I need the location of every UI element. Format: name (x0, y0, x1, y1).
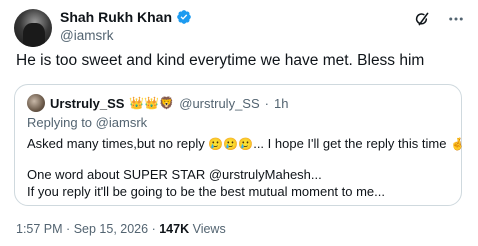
quoted-line-1: Asked many times,but no reply 🥲🥲🥲... I h… (27, 135, 465, 153)
quoted-header: Urstruly_SS 👑👑🦁 @urstruly_SS · 1h (27, 94, 288, 112)
quoted-age: 1h (273, 95, 289, 111)
author-avatar[interactable] (14, 9, 52, 47)
quoted-body: Asked many times,but no reply 🥲🥲🥲... I h… (27, 135, 465, 200)
tweet-top-actions (412, 9, 466, 29)
quoted-separator: · (264, 95, 269, 111)
quoted-avatar[interactable] (27, 94, 45, 112)
tweet-date[interactable]: Sep 15, 2026 (74, 222, 148, 236)
tweet-text: He is too sweet and kind everytime we ha… (16, 52, 425, 69)
author-display-name[interactable]: Shah Rukh Khan (60, 9, 172, 25)
quoted-tweet-card[interactable]: Urstruly_SS 👑👑🦁 @urstruly_SS · 1h Replyi… (14, 84, 465, 206)
author-name-row: Shah Rukh Khan (60, 9, 192, 25)
views-count: 147K (159, 222, 190, 236)
tweet-metadata: 1:57 PM · Sep 15, 2026 · 147K Views (16, 222, 226, 236)
grok-icon[interactable] (412, 9, 432, 29)
quoted-handle: @urstruly_SS (179, 95, 260, 111)
quoted-line-3: If you reply it'll be going to be the be… (27, 184, 386, 199)
quoted-line-1-text-b: ... I hope I'll get the reply this time (253, 136, 447, 151)
quoted-replying-to: Replying to @iamsrk (27, 115, 147, 130)
tweet-time[interactable]: 1:57 PM (16, 222, 63, 236)
quoted-line-1-text-a: Asked many times,but no reply (27, 136, 205, 151)
meta-separator-1: · (66, 222, 71, 236)
quoted-paragraph-gap (27, 153, 465, 166)
quoted-line-1-emoji-2: 🤞 (450, 137, 466, 151)
replying-prefix: Replying to (27, 115, 93, 130)
verified-badge-icon (176, 9, 192, 25)
quoted-badge-emojis: 👑👑🦁 (129, 96, 175, 110)
author-handle[interactable]: @iamsrk (60, 28, 113, 43)
quoted-display-name: Urstruly_SS (50, 95, 125, 111)
views-label: Views (192, 222, 226, 236)
quoted-line-2: One word about SUPER STAR @urstrulyMahes… (27, 167, 322, 182)
meta-separator-2: · (151, 222, 156, 236)
more-icon[interactable] (446, 9, 466, 29)
quoted-line-1-emojis: 🥲🥲🥲 (208, 137, 254, 151)
replying-mention[interactable]: @iamsrk (96, 115, 147, 130)
